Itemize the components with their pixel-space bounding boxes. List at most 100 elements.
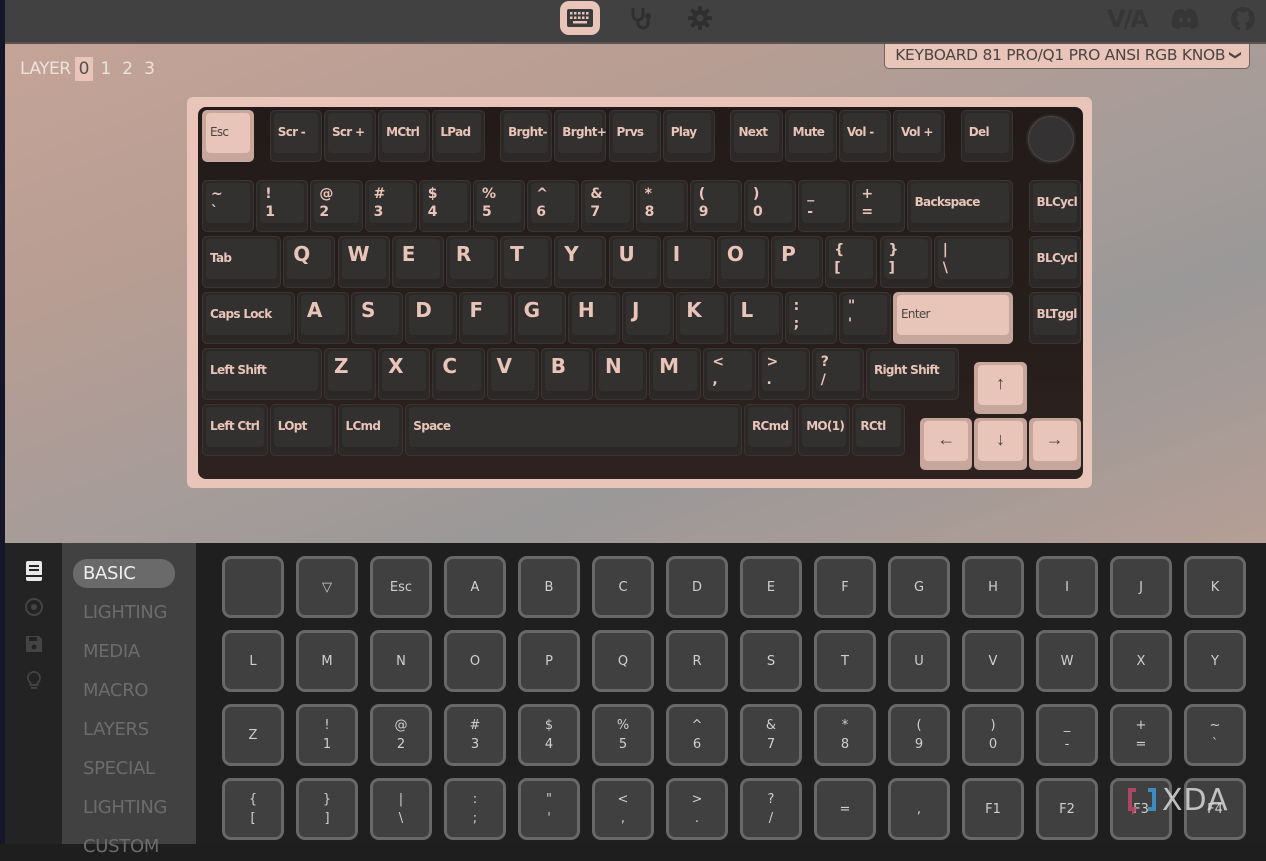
keycode-button[interactable]: Esc	[370, 556, 432, 618]
key[interactable]: Next	[730, 110, 783, 162]
key[interactable]: ! 1	[256, 180, 309, 232]
key[interactable]: G	[513, 292, 566, 344]
menu-item-custom[interactable]: CUSTOM	[73, 832, 175, 861]
menu-item-special[interactable]: SPECIAL	[73, 754, 175, 783]
lighting-tab[interactable]	[23, 596, 45, 618]
keycode-button[interactable]: V	[962, 630, 1024, 692]
key[interactable]: V	[486, 348, 539, 400]
key[interactable]: & 7	[581, 180, 634, 232]
key[interactable]: Enter	[893, 292, 1013, 344]
key[interactable]: " '	[838, 292, 892, 344]
keycode-button[interactable]: Z	[222, 704, 284, 766]
key[interactable]: Vol -	[838, 110, 892, 162]
keycode-button[interactable]: T	[814, 630, 876, 692]
settings-nav-button[interactable]	[680, 1, 720, 35]
keycode-button[interactable]: % 5	[592, 704, 654, 766]
key[interactable]: Brght+	[554, 110, 607, 162]
key[interactable]: Right Shift	[865, 348, 959, 400]
key[interactable]: Left Ctrl	[202, 404, 268, 456]
keycode-button[interactable]: ▽	[296, 556, 358, 618]
keycode-button[interactable]: C	[592, 556, 654, 618]
key[interactable]: O	[716, 236, 770, 288]
key[interactable]: ←	[920, 417, 973, 470]
rotary-knob[interactable]	[1028, 116, 1074, 162]
keycode-button[interactable]: #3	[444, 704, 506, 766]
keycode-button[interactable]: | \	[370, 778, 432, 840]
key[interactable]: Scr -	[269, 110, 322, 162]
key[interactable]: L	[730, 292, 783, 344]
key[interactable]: BLTggl	[1028, 292, 1081, 344]
key[interactable]: W	[337, 236, 390, 288]
key[interactable]: #3	[364, 180, 417, 232]
key[interactable]: C	[432, 348, 485, 400]
key[interactable]: LOpt	[269, 404, 336, 456]
settings-tab[interactable]	[23, 670, 45, 692]
keycode-button[interactable]: * 8	[814, 704, 876, 766]
configure-nav-button[interactable]	[560, 1, 600, 35]
menu-item-media[interactable]: MEDIA	[73, 637, 175, 666]
key[interactable]: Tab	[202, 236, 282, 288]
keycode-button[interactable]: W	[1036, 630, 1098, 692]
keycode-button[interactable]: F	[814, 556, 876, 618]
keycode-button[interactable]: U	[888, 630, 950, 692]
key[interactable]: ↓	[974, 417, 1027, 470]
key[interactable]: P	[771, 236, 824, 288]
menu-item-macro[interactable]: MACRO	[73, 676, 175, 705]
github-link[interactable]	[1230, 5, 1256, 33]
discord-link[interactable]	[1170, 5, 1200, 33]
test-nav-button[interactable]	[620, 1, 660, 35]
keycode-button[interactable]: M	[296, 630, 358, 692]
key[interactable]: MO(1)	[798, 404, 851, 456]
key[interactable]: Mute	[784, 110, 837, 162]
keycode-button[interactable]: G	[888, 556, 950, 618]
key[interactable]: F	[459, 292, 512, 344]
key[interactable]: }]	[879, 236, 932, 288]
keycode-button[interactable]: F2	[1036, 778, 1098, 840]
key[interactable]: BLCycl	[1028, 236, 1081, 288]
keycode-button[interactable]: Q	[592, 630, 654, 692]
key[interactable]: Caps Lock	[202, 292, 295, 344]
keycode-button[interactable]: :;	[444, 778, 506, 840]
menu-item-lighting[interactable]: LIGHTING	[73, 598, 175, 627]
key[interactable]: ^ 6	[527, 180, 580, 232]
key[interactable]: Brght-	[500, 110, 553, 162]
key[interactable]: Esc	[202, 110, 255, 162]
keycode-button[interactable]: B	[518, 556, 580, 618]
key[interactable]: Q	[283, 236, 336, 288]
keycode-button[interactable]	[222, 556, 284, 618]
keycode-button[interactable]: $4	[518, 704, 580, 766]
key[interactable]: LCmd	[337, 404, 404, 456]
menu-item-layers[interactable]: LAYERS	[73, 715, 175, 744]
keycode-button[interactable]: " '	[518, 778, 580, 840]
key[interactable]: J	[622, 292, 675, 344]
save-load-tab[interactable]	[23, 633, 45, 655]
key[interactable]: Space	[405, 404, 742, 456]
keycode-button[interactable]: D	[666, 556, 728, 618]
key[interactable]: K	[676, 292, 729, 344]
key[interactable]: ↑	[974, 361, 1027, 414]
keycode-button[interactable]: R	[666, 630, 728, 692]
key[interactable]: N	[594, 348, 648, 400]
key[interactable]: Scr +	[323, 110, 377, 162]
key[interactable]: Prvs	[608, 110, 661, 162]
keycode-button[interactable]: & 7	[740, 704, 802, 766]
key[interactable]: →	[1028, 417, 1081, 470]
keycode-button[interactable]: @2	[370, 704, 432, 766]
key[interactable]: T	[500, 236, 553, 288]
keycode-button[interactable]: A	[444, 556, 506, 618]
key[interactable]: ) 0	[744, 180, 797, 232]
key[interactable]: M	[649, 348, 702, 400]
keycode-button[interactable]: E	[740, 556, 802, 618]
key[interactable]: A	[296, 292, 350, 344]
key[interactable]: D	[405, 292, 458, 344]
keycode-button[interactable]: ^ 6	[666, 704, 728, 766]
key[interactable]: _ -	[798, 180, 851, 232]
key[interactable]: S	[351, 292, 404, 344]
keycode-button[interactable]: =	[814, 778, 876, 840]
keycode-button[interactable]: ! 1	[296, 704, 358, 766]
keycode-button[interactable]: Y	[1184, 630, 1246, 692]
menu-item-basic[interactable]: BASIC	[73, 559, 175, 588]
keycode-button[interactable]: (9	[888, 704, 950, 766]
keycode-button[interactable]: L	[222, 630, 284, 692]
key[interactable]: | \	[933, 236, 1013, 288]
